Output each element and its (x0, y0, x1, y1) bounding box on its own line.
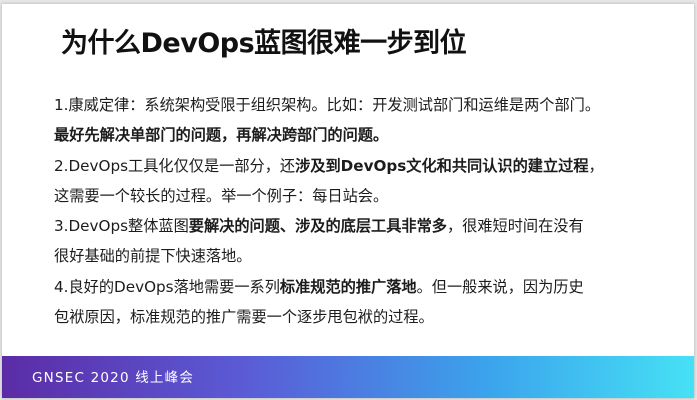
text-segment: ， (588, 156, 604, 175)
slide: 为什么DevOps蓝图很难一步到位 1.康威定律：系统架构受限于组织架构。比如：… (2, 4, 694, 398)
body-line: 很好基础的前提下快速落地。 (54, 241, 674, 271)
body-line: 2.DevOps工具化仅仅是一部分，还涉及到DevOps文化和共同认识的建立过程… (54, 151, 674, 181)
bold-text-segment: 要解决的问题、涉及的底层工具非常多 (188, 217, 447, 236)
text-segment: 2.DevOps工具化仅仅是一部分，还 (54, 156, 296, 175)
text-segment: 4.良好的DevOps落地需要一系列 (54, 277, 280, 296)
body-line: 这需要一个较长的过程。举一个例子：每日站会。 (54, 181, 674, 211)
body-line: 3.DevOps整体蓝图要解决的问题、涉及的底层工具非常多，很难短时间在没有 (54, 211, 674, 241)
slide-body: 1.康威定律：系统架构受限于组织架构。比如：开发测试部门和运维是两个部门。 最好先… (54, 90, 674, 332)
text-segment: 。但一般来说，因为历史 (416, 277, 584, 296)
text-segment: 1.康威定律：系统架构受限于组织架构。比如：开发测试部门和运维是两个部门。 (54, 96, 601, 114)
body-line: 1.康威定律：系统架构受限于组织架构。比如：开发测试部门和运维是两个部门。 (54, 90, 674, 120)
body-line: 最好先解决单部门的问题，再解决跨部门的问题。 (54, 120, 674, 150)
bold-text-segment: 标准规范的推广落地 (279, 277, 417, 296)
footer-bar: GNSEC 2020 线上峰会 (2, 356, 694, 398)
text-segment: 这需要一个较长的过程。举一个例子：每日站会。 (54, 186, 389, 205)
body-line: 4.良好的DevOps落地需要一系列标准规范的推广落地。但一般来说，因为历史 (54, 272, 674, 302)
text-segment: 3.DevOps整体蓝图 (54, 217, 189, 236)
body-line: 包袱原因，标准规范的推广需要一个逐步甩包袱的过程。 (54, 302, 674, 332)
text-segment: 包袱原因，标准规范的推广需要一个逐步甩包袱的过程。 (54, 308, 434, 327)
slide-title: 为什么DevOps蓝图很难一步到位 (61, 28, 467, 59)
footer-event-label: GNSEC 2020 线上峰会 (32, 370, 195, 386)
text-segment: 很好基础的前提下快速落地。 (54, 247, 252, 266)
bold-text-segment: 涉及到DevOps文化和共同认识的建立过程 (295, 156, 589, 175)
bold-text-segment: 最好先解决单部门的问题，再解决跨部门的问题。 (54, 126, 389, 145)
text-segment: ，很难短时间在没有 (446, 217, 584, 236)
